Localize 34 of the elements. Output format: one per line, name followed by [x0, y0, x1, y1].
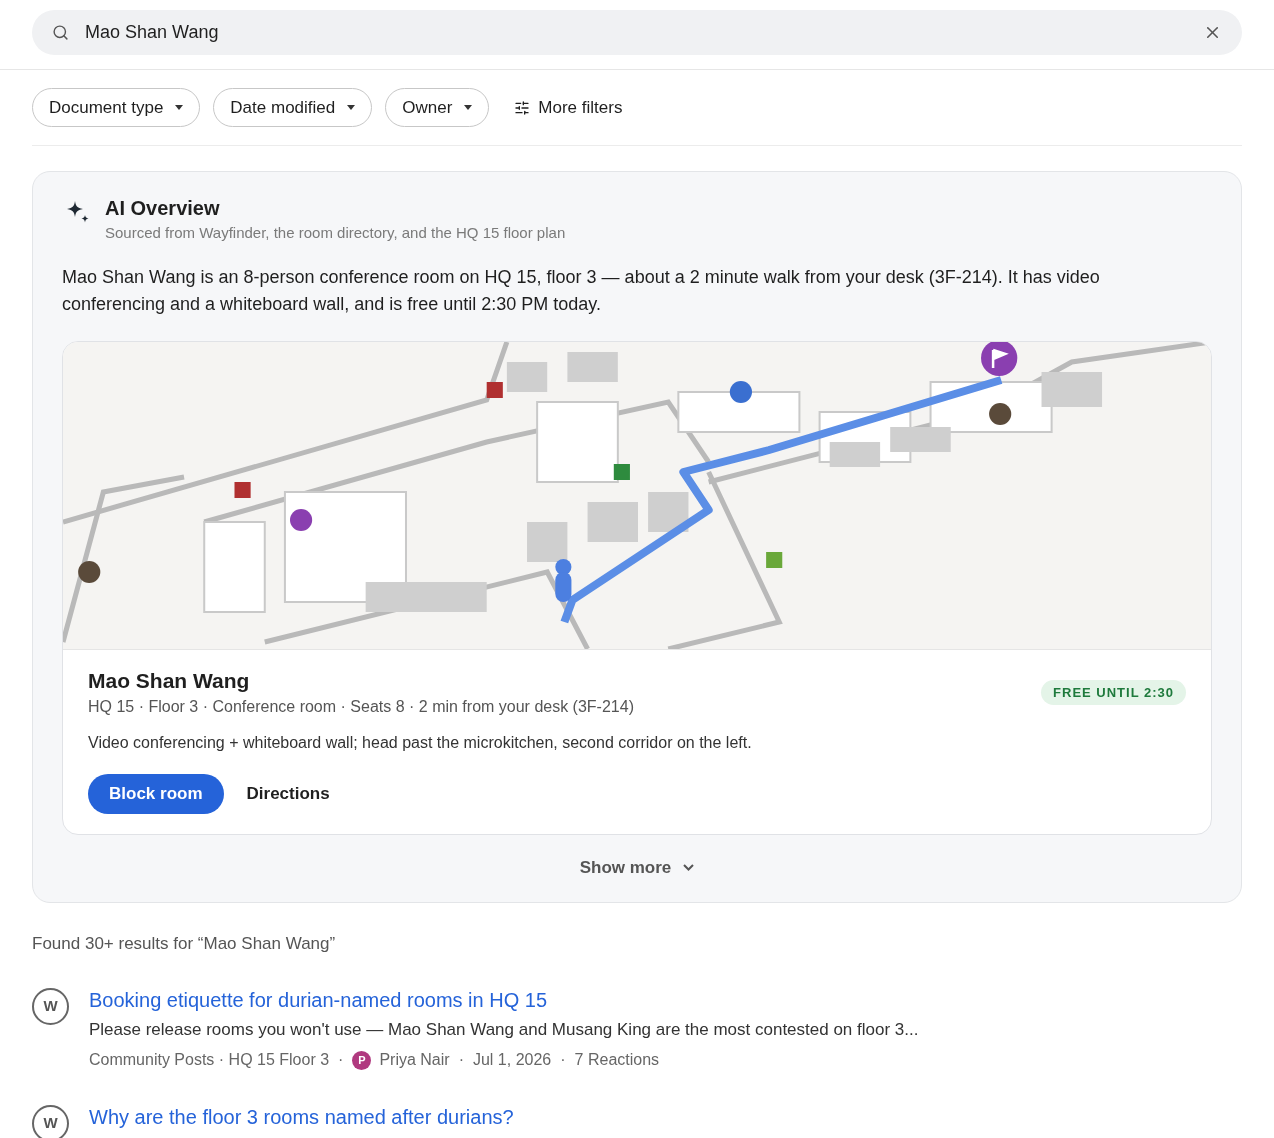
filter-sliders-icon — [514, 99, 531, 116]
overview-title: AI Overview — [105, 196, 221, 220]
room-name: Mao Shan Wang — [88, 668, 251, 693]
overview-summary: Mao Shan Wang is an 8-person conference room on HQ 15, floor 3 — about a 2 minute walk from your desk (3F-214). It has video conferencing and a whiteboard wall, and is free until 2:30 PM today. — [62, 265, 1101, 316]
chevron-down-icon — [683, 863, 695, 871]
availability-badge: FREE UNTIL 2:30 — [1041, 679, 1186, 705]
author-name[interactable]: Priya Nair — [379, 1048, 450, 1072]
results-summary: Found 30+ results for “Mao Shan Wang” — [32, 933, 337, 955]
overview-subtitle: Sourced from Wayfinder, the room directory, and the HQ 15 floor plan — [105, 223, 566, 243]
author-avatar: P — [352, 1050, 372, 1070]
search-icon — [52, 24, 69, 41]
result-title-link[interactable]: Booking etiquette for durian-named rooms in HQ 15 — [89, 988, 548, 1011]
caret-icon — [464, 105, 473, 110]
source-avatar: W — [32, 1105, 69, 1138]
sparkle-icon — [66, 200, 90, 224]
meta-separator: · — [458, 1050, 464, 1070]
caret-icon — [175, 105, 184, 110]
search-field[interactable]: Mao Shan Wang — [32, 10, 1242, 55]
result-meta-text: Jul 1, 2026 — [472, 1050, 552, 1070]
result-snippet: Please release rooms you won't use — Mao Shan Wang and Musang King are the most contested on floor 3... — [89, 1018, 919, 1041]
result-meta-text: Community Posts · HQ 15 Floor 3 — [89, 1050, 330, 1070]
meta-separator: · — [338, 1050, 344, 1070]
show-more-button[interactable]: Show more — [579, 854, 695, 880]
source-avatar: W — [32, 987, 69, 1025]
more-filters-button[interactable]: More filters — [502, 88, 635, 127]
room-note: Video conferencing + whiteboard wall; head past the microkitchen, second corridor on the left. — [88, 732, 753, 753]
room-details: HQ 15 · Floor 3 · Conference room · Seats 8 · 2 min from your desk (3F-214) — [88, 696, 634, 717]
block-room-button[interactable]: Block room — [88, 773, 224, 814]
meta-separator: · — [560, 1050, 566, 1070]
directions-button[interactable]: Directions — [227, 773, 349, 814]
caret-icon — [347, 105, 356, 110]
result-title-link[interactable]: Why are the floor 3 rooms named after durians? — [89, 1106, 514, 1128]
result-meta-text: 7 Reactions — [574, 1050, 660, 1070]
search-input[interactable]: Mao Shan Wang — [85, 19, 1187, 46]
